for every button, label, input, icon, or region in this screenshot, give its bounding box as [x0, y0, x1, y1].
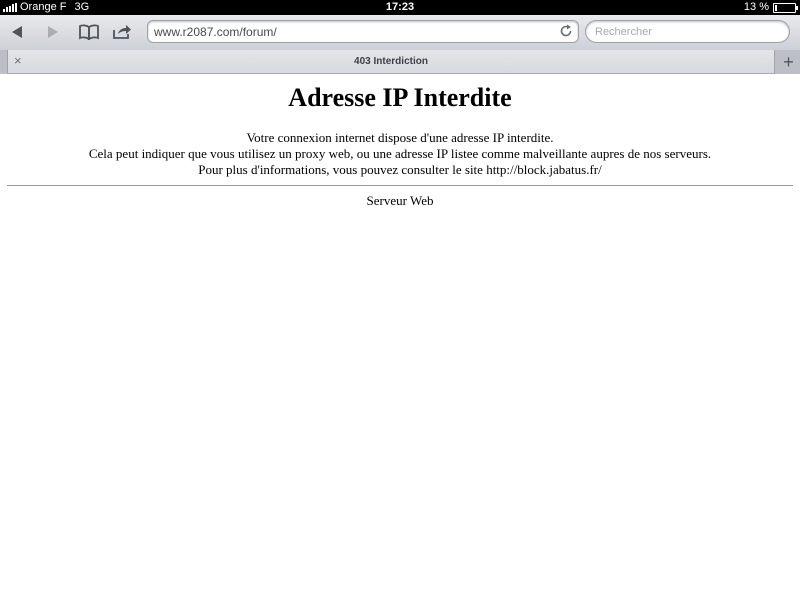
url-text[interactable]: www.r2087.com/forum/	[154, 21, 277, 43]
battery-percentage: 13 %	[743, 1, 769, 13]
forward-arrow-icon	[48, 26, 58, 38]
plus-icon: +	[783, 51, 794, 72]
search-input[interactable]	[585, 20, 790, 43]
new-tab-button[interactable]: +	[777, 50, 800, 73]
share-button[interactable]	[109, 20, 135, 44]
message-line: Cela peut indiquer que vous utilisez un …	[88, 146, 712, 161]
address-bar[interactable]: www.r2087.com/forum/	[147, 20, 579, 43]
message-line: Pour plus d'informations, vous pouvez co…	[198, 162, 602, 177]
clock: 17:23	[385, 1, 415, 13]
message-line: Votre connexion internet dispose d'une a…	[246, 130, 554, 145]
reload-icon[interactable]	[559, 24, 573, 38]
page-title: Adresse IP Interdite	[288, 83, 512, 112]
bookmarks-button[interactable]	[76, 20, 102, 44]
forward-button[interactable]	[40, 20, 66, 44]
tab-title: 403 Interdiction	[354, 56, 428, 67]
back-arrow-icon	[12, 26, 22, 38]
battery-icon	[773, 2, 798, 13]
status-bar: Orange F 3G 17:23 13 %	[0, 0, 800, 15]
tab-bar: × 403 Interdiction +	[0, 50, 800, 74]
browser-toolbar: www.r2087.com/forum/	[0, 15, 800, 51]
server-signature: Serveur Web	[366, 193, 434, 208]
error-message: Votre connexion internet dispose d'une a…	[0, 130, 800, 178]
share-icon	[113, 25, 131, 39]
divider	[7, 185, 793, 186]
web-page-content: Adresse IP Interdite Votre connexion int…	[0, 75, 800, 600]
tab-active[interactable]: × 403 Interdiction	[7, 50, 775, 74]
back-button[interactable]	[4, 20, 30, 44]
bookmarks-icon	[79, 24, 99, 40]
